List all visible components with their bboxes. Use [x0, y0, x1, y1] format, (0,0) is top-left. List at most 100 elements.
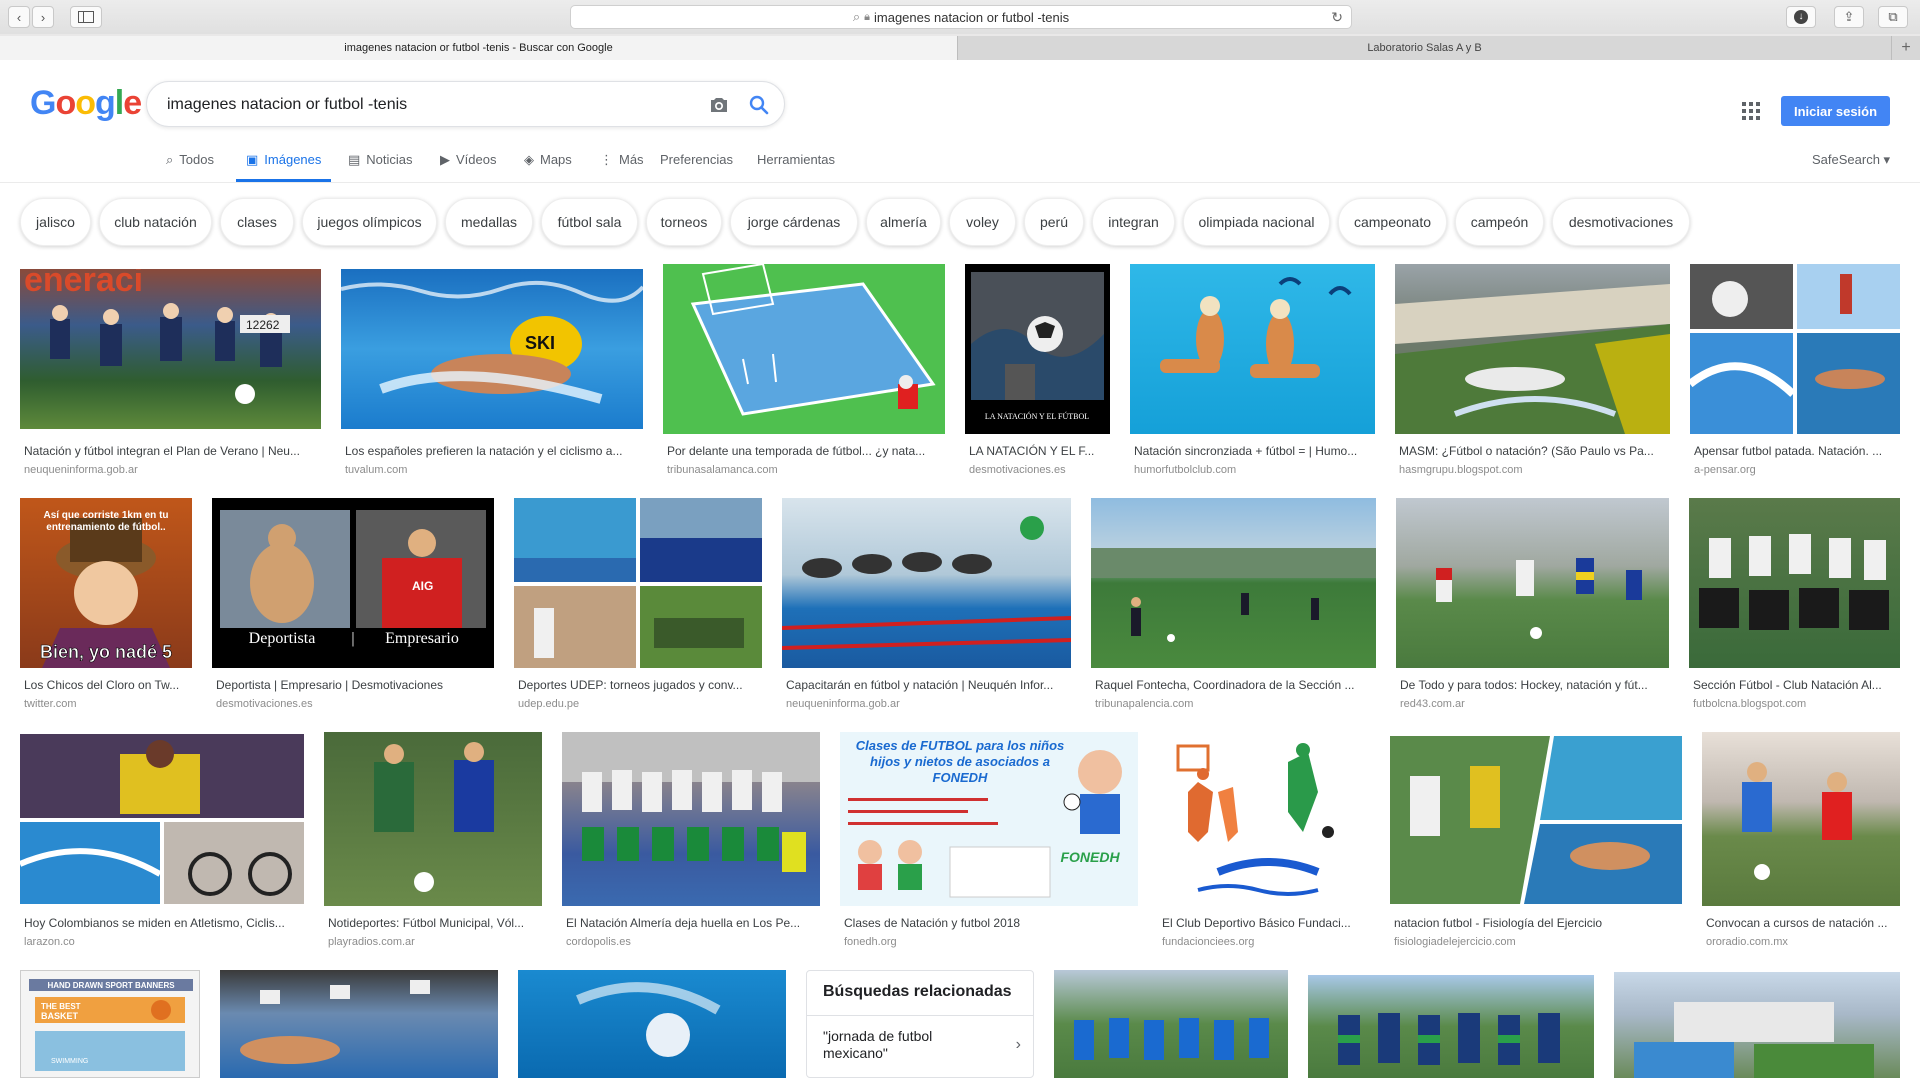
result-image[interactable]	[1091, 498, 1376, 668]
chip[interactable]: campeón	[1455, 198, 1544, 246]
new-tab-button[interactable]: +	[1892, 36, 1920, 60]
result-image[interactable]	[518, 970, 786, 1078]
tab-preferences[interactable]: Preferencias	[660, 148, 733, 182]
tab-all[interactable]: ⌕ Todos	[166, 148, 214, 182]
chip[interactable]: voley	[949, 198, 1016, 246]
result-image[interactable]: Así que corriste 1km en tu entrenamiento…	[20, 498, 192, 668]
google-logo[interactable]: Google	[30, 84, 142, 123]
result-caption[interactable]: El Club Deportivo Básico Fundaci...	[1162, 916, 1366, 930]
result-caption[interactable]: De Todo y para todos: Hockey, natación y…	[1400, 678, 1666, 692]
result-caption[interactable]: El Natación Almería deja huella en Los P…	[566, 916, 816, 930]
result-caption[interactable]: Deportista | Empresario | Desmotivacione…	[216, 678, 492, 692]
result-caption[interactable]: Natación y fútbol integran el Plan de Ve…	[24, 444, 314, 458]
result-image[interactable]	[324, 732, 542, 906]
result-image[interactable]	[1396, 498, 1669, 668]
result-image[interactable]	[782, 498, 1071, 668]
tab-images[interactable]: ▣ Imágenes	[236, 148, 332, 182]
result-caption[interactable]: Convocan a cursos de natación ...	[1706, 916, 1900, 930]
result-caption[interactable]: Sección Fútbol - Club Natación Al...	[1693, 678, 1900, 692]
chip[interactable]: almería	[866, 198, 941, 246]
address-bar[interactable]: ⌕ 🔒︎ imagenes natacion or futbol -tenis …	[570, 5, 1352, 29]
browser-tab[interactable]: Laboratorio Salas A y B	[958, 36, 1892, 60]
chip[interactable]: torneos	[646, 198, 722, 246]
result-image[interactable]: SKI	[341, 269, 643, 429]
result-caption[interactable]: MASM: ¿Fútbol o natación? (São Paulo vs …	[1399, 444, 1667, 458]
safesearch-menu[interactable]: SafeSearch ▾	[1812, 152, 1890, 168]
result-caption[interactable]: Notideportes: Fútbol Municipal, Vól...	[328, 916, 538, 930]
result-image[interactable]	[1614, 972, 1900, 1078]
chip[interactable]: club natación	[99, 198, 212, 246]
chip[interactable]: integran	[1092, 198, 1175, 246]
result-image[interactable]	[1395, 264, 1670, 434]
search-icon[interactable]	[747, 93, 771, 117]
result-image[interactable]	[1390, 736, 1682, 904]
result-caption[interactable]: Raquel Fontecha, Coordinadora de la Secc…	[1095, 678, 1371, 692]
result-image[interactable]	[1308, 975, 1594, 1078]
result-image[interactable]	[220, 970, 498, 1078]
result-caption[interactable]: Por delante una temporada de fútbol... ¿…	[667, 444, 941, 458]
result-caption[interactable]: natacion futbol - Fisiología del Ejercic…	[1394, 916, 1678, 930]
camera-icon[interactable]	[707, 93, 731, 117]
chip[interactable]: juegos olímpicos	[302, 198, 437, 246]
result-caption[interactable]: Los españoles prefieren la natación y el…	[345, 444, 637, 458]
sports-icons-image	[1176, 743, 1334, 896]
result-image[interactable]: LA NATACIÓN Y EL FÚTBOL	[965, 264, 1110, 434]
related-search-item[interactable]: "jornada de futbol mexicano" ›	[807, 1015, 1033, 1079]
result-image[interactable]	[1690, 264, 1900, 434]
chip[interactable]: jalisco	[20, 198, 91, 246]
search-icon: ⌕	[852, 9, 861, 24]
sidebar-toggle-button[interactable]	[70, 6, 102, 28]
result-image[interactable]	[514, 498, 762, 668]
result-image[interactable]	[1702, 732, 1900, 906]
sports-complex-aerial-image	[1634, 1002, 1874, 1078]
tab-tools[interactable]: Herramientas	[757, 148, 835, 182]
result-image[interactable]	[1158, 732, 1370, 906]
result-caption[interactable]: Los Chicos del Cloro on Tw...	[24, 678, 192, 692]
tab-news[interactable]: ▤ Noticias	[348, 148, 413, 182]
share-button[interactable]: ⇪	[1834, 6, 1864, 28]
result-image[interactable]	[663, 264, 945, 434]
chip[interactable]: fútbol sala	[541, 198, 638, 246]
result-caption[interactable]: LA NATACIÓN Y EL F...	[969, 444, 1107, 458]
forward-button[interactable]: ›	[32, 6, 54, 28]
result-caption[interactable]: Clases de Natación y futbol 2018	[844, 916, 1134, 930]
tab-maps[interactable]: ◈ Maps	[524, 148, 572, 182]
team-group-photo-image	[562, 732, 820, 872]
chevron-right-icon: ›	[1015, 1036, 1021, 1053]
reload-icon[interactable]: ↻	[1331, 9, 1343, 26]
downloads-button[interactable]: ↓	[1786, 6, 1816, 28]
tab-more[interactable]: ⋮ Más	[600, 148, 644, 182]
result-caption[interactable]: Natación sincronziada + fútbol = | Humo.…	[1134, 444, 1370, 458]
apps-grid-icon[interactable]	[1742, 102, 1760, 120]
result-image[interactable]: eneraci 12262	[20, 269, 321, 429]
browser-tab-active[interactable]: imagenes natacion or futbol -tenis - Bus…	[0, 36, 958, 60]
search-box[interactable]	[146, 81, 785, 127]
tab-overview-button[interactable]: ⧉	[1878, 6, 1908, 28]
result-caption[interactable]: Apensar futbol patada. Natación. ...	[1694, 444, 1900, 458]
back-button[interactable]: ‹	[8, 6, 30, 28]
result-caption[interactable]: Deportes UDEP: torneos jugados y conv...	[518, 678, 758, 692]
result-image[interactable]	[20, 734, 304, 904]
result-caption[interactable]: Hoy Colombianos se miden en Atletismo, C…	[24, 916, 300, 930]
tab-videos[interactable]: ▶ Vídeos	[440, 148, 496, 182]
chip[interactable]: perú	[1024, 198, 1084, 246]
result-image[interactable]: HAND DRAWN SPORT BANNERS THE BEST BASKET…	[20, 970, 200, 1078]
result-domain: hasmgrupu.blogspot.com	[1399, 464, 1523, 476]
result-image[interactable]	[1689, 498, 1900, 668]
result-image[interactable]	[562, 732, 820, 906]
chip[interactable]: desmotivaciones	[1552, 198, 1690, 246]
chip[interactable]: jorge cárdenas	[730, 198, 858, 246]
result-image[interactable]	[1130, 264, 1375, 434]
chip[interactable]: clases	[220, 198, 294, 246]
chip[interactable]: campeonato	[1338, 198, 1447, 246]
search-input[interactable]	[167, 94, 687, 116]
meme-caption: Bien, yo nadé 5	[40, 642, 172, 662]
signin-button[interactable]: Iniciar sesión	[1781, 96, 1890, 126]
chip[interactable]: medallas	[445, 198, 533, 246]
result-image[interactable]: Clases de FUTBOL para los niños hijos y …	[840, 732, 1138, 906]
result-image[interactable]	[1054, 970, 1288, 1078]
result-image[interactable]: AIG Deportista | Empresario	[212, 498, 494, 668]
chip[interactable]: olimpiada nacional	[1183, 198, 1330, 246]
result-caption[interactable]: Capacitarán en fútbol y natación | Neuqu…	[786, 678, 1066, 692]
wonka-meme-image: Así que corriste 1km en tu entrenamiento…	[40, 510, 172, 668]
